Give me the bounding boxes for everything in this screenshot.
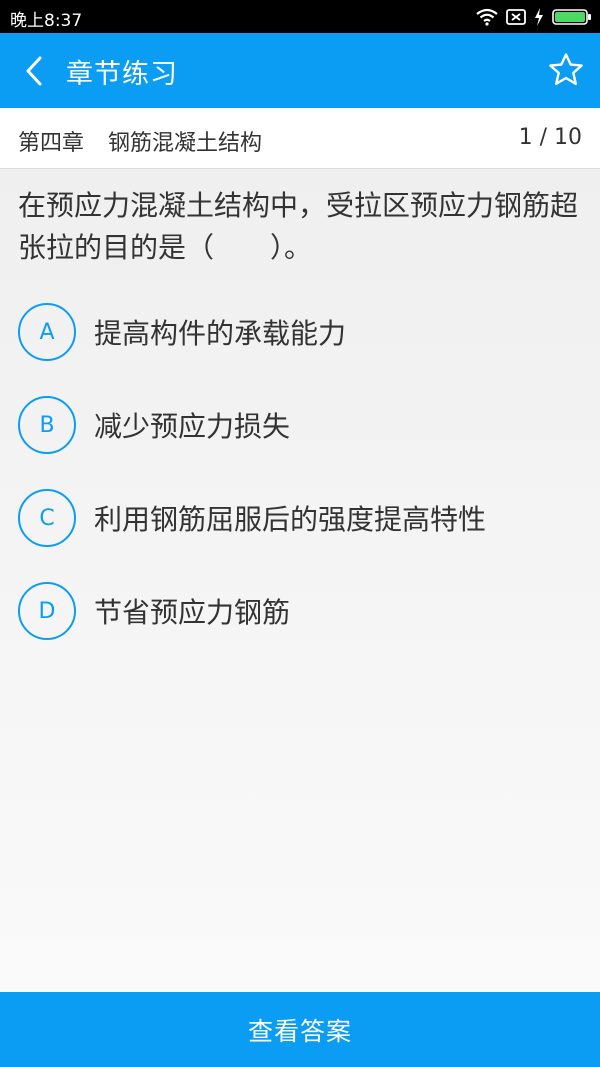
star-outline-icon: [549, 53, 583, 85]
charging-icon: [535, 8, 543, 26]
back-button[interactable]: [14, 51, 54, 91]
battery-icon: [552, 9, 591, 25]
option-text: 节省预应力钢筋: [94, 596, 291, 629]
app-bar: 章节练习: [0, 33, 600, 108]
option-text: 利用钢筋屈服后的强度提高特性: [94, 503, 487, 536]
chapter-number: 第四章: [18, 131, 85, 156]
option-a[interactable]: A 提高构件的承载能力: [18, 302, 578, 362]
question-text: 在预应力混凝土结构中，受拉区预应力钢筋超张拉的目的是（ ）。: [18, 189, 579, 264]
question-progress: 1 / 10: [518, 125, 582, 150]
option-letter: A: [18, 303, 76, 361]
status-icons: [476, 6, 592, 28]
favorite-button[interactable]: [546, 50, 586, 90]
wifi-icon: [476, 8, 498, 26]
option-letter: C: [18, 489, 76, 547]
view-answer-button[interactable]: 查看答案: [0, 992, 600, 1067]
chapter-bar: 第四章 钢筋混凝土结构 1 / 10: [0, 108, 600, 169]
option-c[interactable]: C 利用钢筋屈服后的强度提高特性: [18, 488, 578, 548]
option-text: 提高构件的承载能力: [94, 317, 347, 350]
status-time: 晚上8:37: [10, 11, 83, 31]
option-text: 减少预应力损失: [94, 410, 291, 443]
chapter-name: 钢筋混凝土结构: [108, 131, 263, 156]
chevron-left-icon: [26, 56, 42, 86]
option-letter: B: [18, 396, 76, 454]
chapter-label: 第四章 钢筋混凝土结构: [18, 125, 262, 157]
option-d[interactable]: D 节省预应力钢筋: [18, 581, 578, 641]
option-b[interactable]: B 减少预应力损失: [18, 395, 578, 455]
sim-off-icon: [506, 9, 526, 25]
option-letter: D: [18, 582, 76, 640]
question-area: 在预应力混凝土结构中，受拉区预应力钢筋超张拉的目的是（ ）。 A 提高构件的承载…: [0, 169, 600, 992]
status-bar: 晚上8:37: [0, 0, 600, 33]
page-title: 章节练习: [66, 59, 178, 90]
